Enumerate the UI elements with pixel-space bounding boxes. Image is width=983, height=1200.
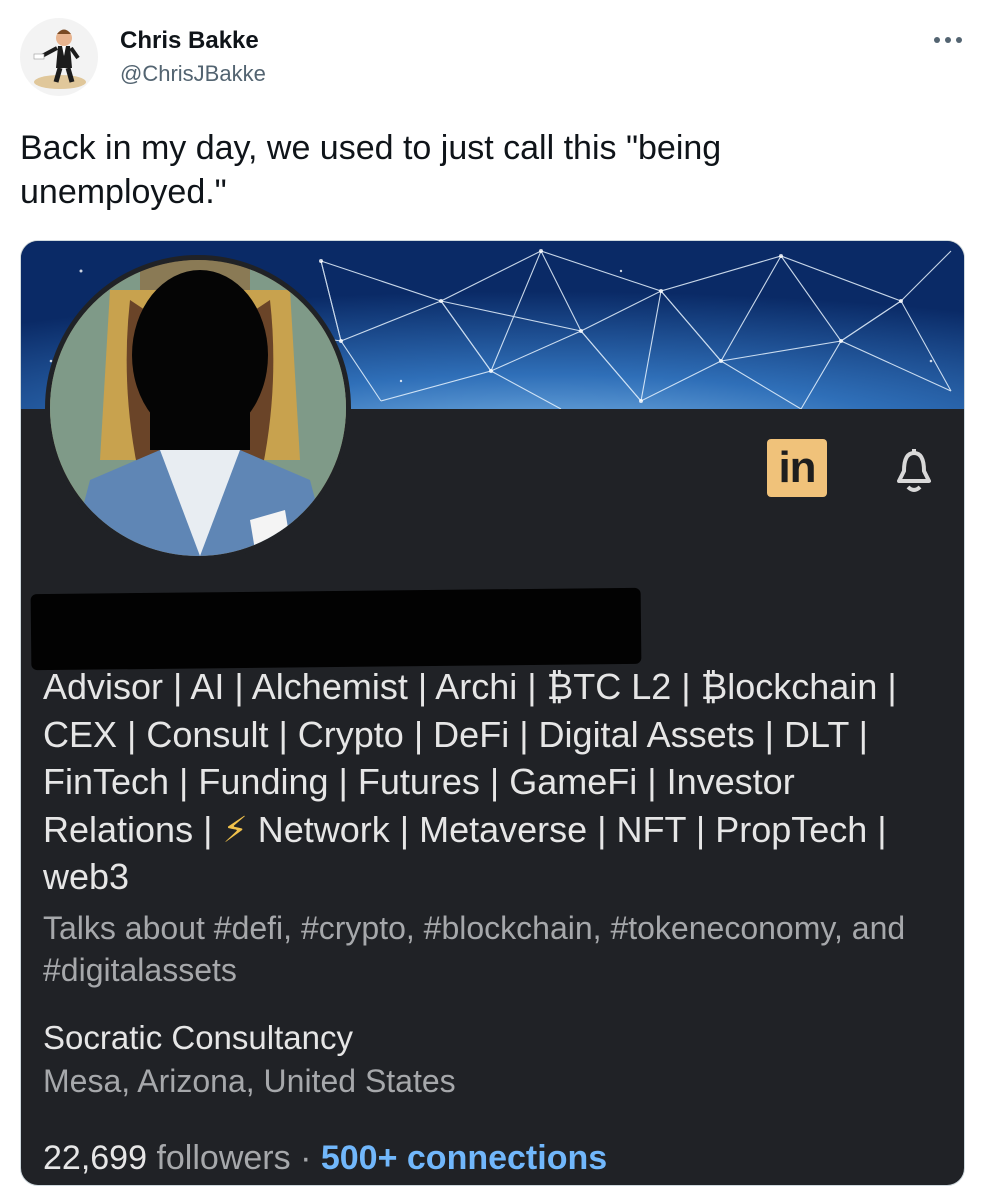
followers-label: followers [156, 1139, 291, 1177]
company-name[interactable]: Socratic Consultancy [43, 1019, 353, 1057]
linkedin-profile-card[interactable]: in Advisor | AI | Alchemist | Archi | ₿T… [20, 240, 965, 1186]
bell-icon[interactable] [886, 441, 942, 497]
followers-count: 22,699 [43, 1139, 147, 1177]
linkedin-icon[interactable]: in [767, 439, 827, 497]
stats-separator: · [300, 1139, 312, 1177]
lightning-icon: ⚡ [222, 808, 248, 850]
tweet: Chris Bakke @ChrisJBakke Back in my day,… [0, 0, 983, 1200]
author-avatar[interactable] [20, 18, 98, 96]
tweet-text: Back in my day, we used to just call thi… [20, 129, 722, 211]
author-name[interactable]: Chris Bakke [120, 27, 259, 55]
location: Mesa, Arizona, United States [43, 1063, 456, 1099]
profile-photo [45, 255, 351, 561]
author-handle[interactable]: @ChrisJBakke [120, 61, 266, 87]
more-icon[interactable] [930, 22, 966, 58]
name-redaction [30, 587, 642, 671]
profile-headline: Advisor | AI | Alchemist | Archi | ₿TC L… [43, 663, 948, 901]
connections-link[interactable]: 500+ connections [321, 1139, 607, 1177]
profile-stats: 22,699 followers · 500+ connections [43, 1139, 607, 1178]
talks-about: Talks about #defi, #crypto, #blockchain,… [43, 910, 906, 988]
